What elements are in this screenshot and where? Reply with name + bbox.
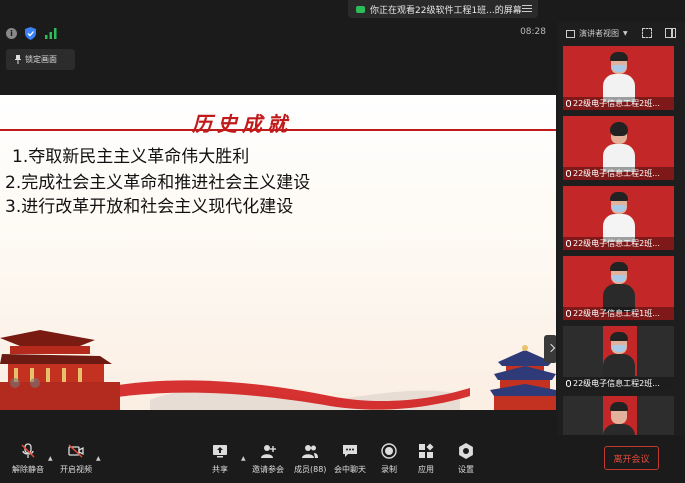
slide-point-2: 2.完成社会主义革命和推进社会主义建设 [5,173,311,193]
meeting-info-row: i 08:28 [0,24,556,44]
mic-icon [566,170,571,177]
add-user-icon [261,445,276,458]
gear-icon [459,443,473,459]
participant-video [603,122,635,172]
slide-point-1: 1.夺取新民主主义革命伟大胜利 [12,147,250,167]
mic-icon [566,100,571,107]
participant-tile[interactable]: 22级电子信息工程2班... [563,326,674,390]
members-label: 成员(88) [294,465,327,474]
participant-tile[interactable]: 22级电子信息工程2班... [563,46,674,110]
lock-view-label: 锁定画面 [25,55,57,64]
shared-screen: 历史成就 1.夺取新民主主义革命伟大胜利 2.完成社会主义革命和推进社会主义建设… [0,95,556,410]
signal-icon[interactable] [45,28,57,39]
mic-icon [566,380,571,387]
screen-share-icon [356,5,365,13]
slide-point-3: 3.进行改革开放和社会主义现代化建设 [5,197,294,217]
chat-icon [343,445,357,457]
meeting-toolbar: 解除静音 ▲ 开启视频 ▲ 共享 ▲ 邀请参会 成员(88) 会中聊天 录制 应… [0,437,685,483]
share-banner-text: 你正在观看22级软件工程1班...的屏幕 [370,5,522,16]
participant-tile[interactable]: 22级电子信息工程2班... [563,186,674,250]
slide-decoration [0,330,556,410]
participant-video [603,52,635,102]
mic-icon [566,310,571,317]
chevron-down-icon: ▼ [623,30,628,37]
audio-options-caret[interactable]: ▲ [48,455,53,462]
layout-icon [566,29,575,38]
participant-name-bar: 22级电子信息工程2班... [563,377,674,390]
lock-view-button[interactable]: 锁定画面 [6,49,75,70]
participant-name: 22级电子信息工程2班... [573,99,660,108]
share-screen-icon [213,445,227,458]
unmute-label: 解除静音 [12,465,44,474]
info-icon[interactable]: i [6,28,17,39]
shield-icon[interactable] [25,27,36,40]
participant-video [603,332,635,382]
participant-name: 22级电子信息工程2班... [573,239,660,248]
start-video-button[interactable]: 开启视频 [60,443,92,475]
share-options-caret[interactable]: ▲ [241,455,246,462]
apps-icon [419,443,434,458]
record-label: 录制 [381,465,397,474]
members-icon [302,445,319,458]
gate-tower-left [0,330,120,410]
apps-button[interactable]: 应用 [418,443,434,475]
share-button[interactable]: 共享 [212,443,228,475]
participant-panel: 演讲者视图 ▼ 22级电子信息工程2班... 22级电子信息工程2班... 22… [558,22,685,435]
invite-button[interactable]: 邀请参会 [252,443,284,475]
participant-video [603,262,635,312]
participant-name-bar: 22级电子信息工程2班... [563,97,674,110]
sidebar-toggle-icon[interactable] [665,28,676,38]
slide-title-rule [0,129,556,131]
unmute-button[interactable]: 解除静音 [12,443,44,475]
meeting-window: 你正在观看22级软件工程1班...的屏幕 i 08:28 锁定画面 历史成就 1… [0,0,685,483]
panel-collapse-tab[interactable] [544,335,556,363]
participant-tile[interactable]: 22级电子信息工程1班... [563,256,674,320]
members-button[interactable]: 成员(88) [294,443,326,475]
invite-label: 邀请参会 [252,465,284,474]
participant-tile[interactable]: 22级电子信息工程2班... [563,116,674,180]
slide-control-prev[interactable] [10,378,20,388]
fullscreen-icon[interactable] [642,28,652,38]
chat-button[interactable]: 会中聊天 [334,443,366,475]
share-label: 共享 [212,465,228,474]
top-bar: 你正在观看22级软件工程1班...的屏幕 [0,0,685,22]
menu-icon[interactable] [522,3,532,13]
mic-muted-icon [21,443,35,458]
panel-header: 演讲者视图 ▼ [558,22,685,46]
speaker-view-selector[interactable]: 演讲者视图 ▼ [566,28,628,39]
settings-label: 设置 [458,465,474,474]
participant-tile[interactable] [563,396,674,435]
meeting-timer: 08:28 [520,27,546,37]
participant-name: 22级电子信息工程2班... [573,169,660,178]
participant-video [603,192,635,242]
slide-title: 历史成就 [192,112,292,136]
participant-name: 22级电子信息工程1班... [573,309,660,318]
mic-icon [566,240,571,247]
participant-name-bar: 22级电子信息工程1班... [563,307,674,320]
participant-name: 22级电子信息工程2班... [573,379,660,388]
share-banner[interactable]: 你正在观看22级软件工程1班...的屏幕 [348,0,538,18]
slide-control-next[interactable] [30,378,40,388]
record-icon [381,443,397,459]
video-options-caret[interactable]: ▲ [96,455,101,462]
participant-name-bar: 22级电子信息工程2班... [563,237,674,250]
participant-video [603,402,635,435]
video-off-icon [68,444,84,458]
apps-label: 应用 [418,465,434,474]
leave-meeting-button[interactable]: 离开会议 [604,446,659,470]
settings-button[interactable]: 设置 [458,443,474,475]
chat-label: 会中聊天 [334,465,366,474]
participant-name-bar: 22级电子信息工程2班... [563,167,674,180]
record-button[interactable]: 录制 [381,443,397,475]
slide-controls[interactable] [10,378,50,390]
speaker-view-label: 演讲者视图 [579,29,619,38]
start-video-label: 开启视频 [60,465,92,474]
pin-icon [15,55,21,64]
